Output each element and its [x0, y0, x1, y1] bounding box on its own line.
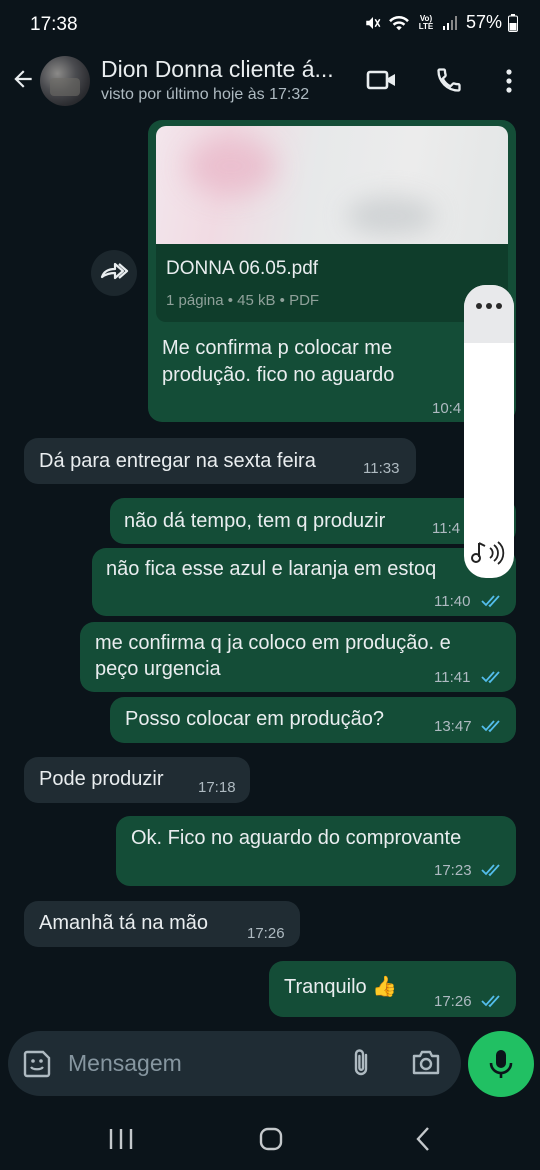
avatar[interactable]	[40, 56, 90, 106]
incoming-message[interactable]: Dá para entregar na sexta feira 11:33	[24, 438, 416, 484]
status-icons: Vo) LTE 57%	[364, 12, 518, 33]
more-vert-icon	[506, 69, 512, 93]
floating-side-panel[interactable]	[464, 285, 514, 578]
read-ticks-icon	[481, 595, 500, 608]
lte-indicator: Vo) LTE	[418, 13, 434, 31]
outgoing-message[interactable]: me confirma q ja coloco em produção. e p…	[80, 622, 516, 692]
message-time: 17:23	[434, 862, 472, 879]
attach-button[interactable]	[348, 1047, 376, 1084]
battery-percent: 57%	[465, 12, 502, 32]
emoji-icon	[23, 1050, 51, 1078]
chevron-left-icon	[416, 1127, 429, 1151]
document-meta: 1 página • 45 kB • PDF	[166, 292, 320, 309]
more-horiz-icon	[476, 303, 502, 309]
video-call-icon	[366, 70, 395, 90]
wifi-icon	[389, 15, 409, 30]
message-text-line: Me confirma p colocar me	[162, 337, 393, 359]
read-ticks-icon	[481, 720, 500, 733]
phone-icon	[437, 68, 461, 92]
message-time: 11:41	[434, 669, 471, 686]
mic-button[interactable]	[468, 1031, 534, 1097]
mute-icon	[366, 16, 381, 29]
message-text: Posso colocar em produção?	[125, 708, 385, 730]
read-ticks-icon	[481, 864, 500, 877]
document-preview[interactable]	[156, 126, 508, 244]
message-text: Pode produzir	[39, 768, 164, 790]
message-text-line: me confirma q ja coloco em produção. e	[95, 632, 451, 654]
attach-icon	[354, 1049, 368, 1076]
video-call-button[interactable]	[366, 68, 398, 97]
recents-button[interactable]	[108, 1127, 134, 1156]
message-time: 10:4	[432, 400, 462, 417]
outgoing-message[interactable]: não fica esse azul e laranja em estoq 11…	[92, 548, 516, 616]
read-ticks-icon	[481, 671, 500, 684]
chat-header: Dion Donna cliente á... visto por último…	[0, 50, 540, 120]
last-seen: visto por último hoje às 17:32	[101, 86, 310, 103]
message-text-line: produção. fico no aguardo	[162, 364, 395, 386]
camera-button[interactable]	[410, 1048, 442, 1083]
incoming-message[interactable]: Amanhã tá na mão 17:26	[24, 901, 300, 947]
emoji-button[interactable]	[22, 1049, 52, 1084]
status-bar: 17:38 Vo) LTE 57%	[0, 0, 540, 50]
back-button[interactable]	[10, 66, 36, 97]
message-text: não fica esse azul e laranja em estoq	[106, 558, 437, 580]
message-text: Ok. Fico no aguardo do comprovante	[131, 827, 462, 849]
home-button[interactable]	[259, 1127, 283, 1156]
incoming-message[interactable]: Pode produzir 17:18	[24, 757, 250, 803]
mic-icon	[489, 1050, 513, 1078]
message-text: não dá tempo, tem q produzir	[124, 510, 386, 532]
message-text: Tranquilo 👍	[284, 976, 398, 998]
message-text-line: peço urgencia	[95, 658, 221, 680]
message-time: 11:4	[432, 520, 461, 537]
battery-icon	[508, 13, 518, 32]
signal-icon	[442, 15, 457, 30]
message-time: 11:33	[363, 460, 400, 477]
message-text: Amanhã tá na mão	[39, 912, 208, 934]
outgoing-message[interactable]: Ok. Fico no aguardo do comprovante 17:23	[116, 816, 516, 886]
message-input[interactable]: Mensagem	[68, 1050, 182, 1077]
chat-area[interactable]: DONNA 06.05.pdf 1 página • 45 kB • PDF M…	[0, 120, 540, 1030]
outgoing-message[interactable]: Posso colocar em produção? 13:47	[110, 697, 516, 743]
document-info[interactable]: DONNA 06.05.pdf 1 página • 45 kB • PDF	[156, 244, 508, 322]
outgoing-message[interactable]: Tranquilo 👍 17:26	[269, 961, 516, 1017]
message-time: 17:26	[247, 925, 285, 942]
message-time: 13:47	[434, 718, 472, 735]
document-message[interactable]: DONNA 06.05.pdf 1 página • 45 kB • PDF M…	[148, 120, 516, 422]
back-arrow-icon	[14, 70, 32, 88]
audio-icon	[471, 541, 505, 565]
status-time: 17:38	[30, 14, 78, 35]
audio-button[interactable]	[470, 539, 506, 572]
more-options-button[interactable]	[499, 68, 519, 99]
outgoing-message[interactable]: não dá tempo, tem q produzir 11:4	[110, 498, 516, 544]
system-nav-bar	[0, 1105, 540, 1170]
message-input-bar[interactable]: Mensagem	[8, 1031, 461, 1096]
voice-call-button[interactable]	[435, 66, 463, 99]
read-ticks-icon	[481, 995, 500, 1008]
system-back-button[interactable]	[414, 1126, 432, 1157]
forward-button[interactable]	[91, 250, 137, 296]
message-time: 17:18	[198, 779, 236, 796]
document-name: DONNA 06.05.pdf	[166, 258, 319, 279]
side-panel-handle[interactable]	[464, 285, 514, 343]
contact-name[interactable]: Dion Donna cliente á...	[101, 56, 334, 83]
message-text: Dá para entregar na sexta feira	[39, 450, 316, 472]
recents-icon	[109, 1129, 133, 1149]
home-icon	[259, 1127, 283, 1151]
message-time: 11:40	[434, 593, 471, 610]
message-time: 17:26	[434, 993, 472, 1010]
camera-icon	[412, 1050, 440, 1075]
forward-icon	[100, 262, 129, 280]
